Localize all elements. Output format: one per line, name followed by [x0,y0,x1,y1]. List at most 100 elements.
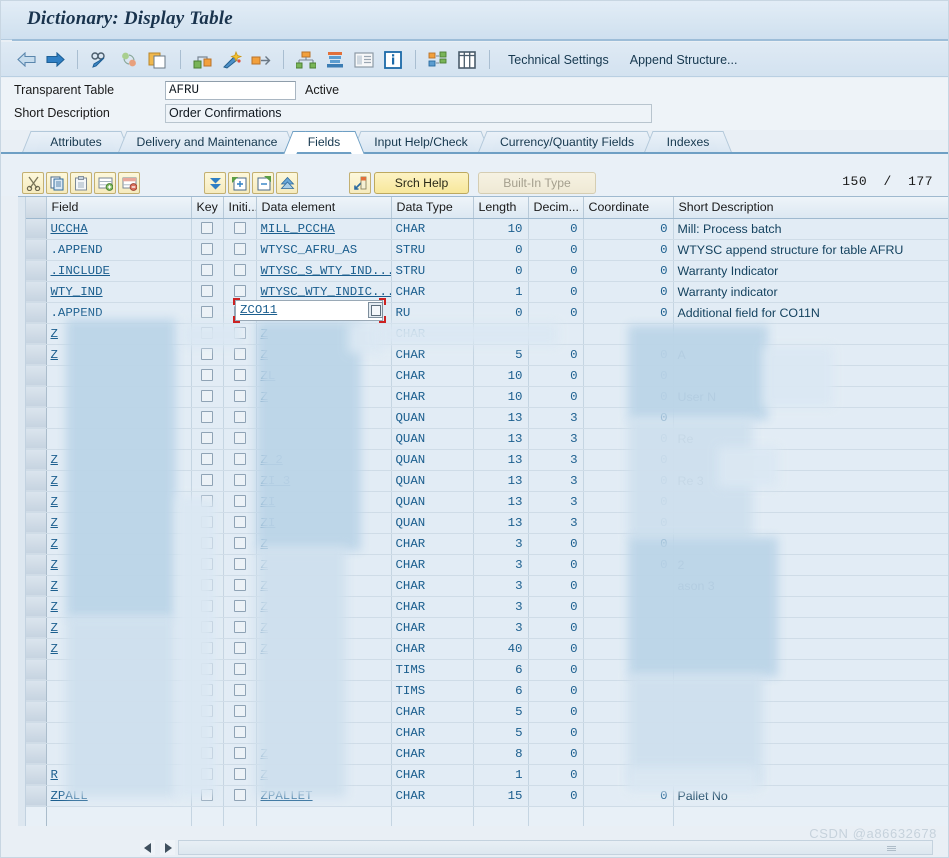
cell-key-checkbox[interactable] [191,785,224,807]
key-checkbox[interactable] [201,705,213,718]
cell-data-type[interactable]: STRU [391,260,474,282]
initial-value-checkbox[interactable] [233,684,246,697]
cell-decimals[interactable] [528,323,584,345]
row-selector[interactable] [26,638,47,660]
field-name-link[interactable]: .INCLUDE [51,264,111,278]
table-contents-icon[interactable] [455,48,479,72]
predefined-type-button[interactable] [252,172,274,194]
cell-initial-checkbox[interactable] [223,449,257,471]
cell-field[interactable]: Z [46,491,192,513]
cell-key-checkbox[interactable] [191,638,224,660]
cell-data-type[interactable]: CHAR [391,722,474,744]
cell-short-description[interactable] [673,806,949,826]
cell-field[interactable]: .APPEND [46,302,192,324]
initial-value-checkbox[interactable] [233,558,246,571]
cell-field[interactable]: WTY_IND [46,281,192,303]
activate-icon[interactable] [220,48,244,72]
cell-decimals[interactable]: 0 [528,659,584,681]
row-selector[interactable] [26,680,47,702]
cell-field[interactable] [46,722,192,744]
cell-data-type[interactable]: CHAR [391,323,474,345]
data-element-link[interactable]: Z [261,642,268,656]
field-name-link[interactable]: Z [51,348,58,362]
cell-decimals[interactable]: 0 [528,785,584,807]
cell-field[interactable]: .INCLUDE [46,260,192,282]
cell-coordinate[interactable]: 0 [583,218,674,240]
cell-data-element[interactable]: WTYSC_WTY_INDIC... [256,281,392,303]
initial-value-checkbox[interactable] [233,705,246,718]
initial-value-checkbox[interactable] [233,495,246,508]
cell-length[interactable]: 13 [473,428,529,450]
cell-length[interactable]: 10 [473,365,529,387]
field-name-link[interactable]: Z [51,579,58,593]
row-selector[interactable] [26,491,47,513]
cell-short-description[interactable]: Warranty Indicator [673,260,949,282]
row-selector[interactable] [26,575,47,597]
cell-key-checkbox[interactable] [191,323,224,345]
cell-length[interactable]: 13 [473,449,529,471]
field-name-link[interactable]: Z [51,537,58,551]
cell-data-element[interactable]: Z [256,743,392,765]
cell-initial-checkbox[interactable] [223,659,257,681]
cell-coordinate[interactable]: 0 [583,512,674,534]
key-checkbox[interactable] [201,327,213,340]
tab-fields[interactable]: Fields [294,131,354,152]
cell-data-element[interactable]: Z [256,617,392,639]
row-selector[interactable] [26,596,47,618]
cell-initial-checkbox[interactable] [223,260,257,282]
field-name-link[interactable]: UCCHA [51,222,88,236]
cell-key-checkbox[interactable] [191,281,224,303]
cell-data-type[interactable] [391,806,474,826]
value-help-icon[interactable] [368,302,383,318]
paste-button[interactable] [70,172,92,194]
cell-field[interactable]: UCCHA [46,218,192,240]
forward-arrow-icon[interactable] [43,48,67,72]
structure-display-icon[interactable] [426,48,450,72]
cell-coordinate[interactable] [583,722,674,744]
cell-coordinate[interactable]: 0 [583,449,674,471]
row-selector[interactable] [26,323,47,345]
cell-short-description[interactable]: WTYSC append structure for table AFRU [673,239,949,261]
cell-field[interactable]: Z [46,596,192,618]
cell-short-description[interactable] [673,323,949,345]
cell-decimals[interactable]: 0 [528,575,584,597]
select-all-header[interactable] [26,197,47,219]
cell-initial-checkbox[interactable] [223,701,257,723]
cell-coordinate[interactable]: 0 [583,260,674,282]
cell-length[interactable]: 5 [473,722,529,744]
data-element-link[interactable]: Z [261,348,268,362]
cut-button[interactable] [22,172,44,194]
cell-field[interactable]: Z [46,638,192,660]
cell-data-type[interactable]: TIMS [391,659,474,681]
initial-value-checkbox[interactable] [233,516,246,529]
where-used-list-icon[interactable] [191,48,215,72]
cell-data-element[interactable]: Z [256,533,392,555]
info-icon[interactable] [381,48,405,72]
data-element-link[interactable]: Z [261,600,268,614]
data-element-link[interactable]: WTYSC_AFRU_AS [261,243,358,257]
cell-data-type[interactable]: CHAR [391,575,474,597]
cell-decimals[interactable]: 0 [528,281,584,303]
cell-coordinate[interactable] [583,806,674,826]
initial-value-checkbox[interactable] [233,537,246,550]
cell-initial-checkbox[interactable] [223,722,257,744]
cell-short-description[interactable]: User N [673,386,949,408]
initial-value-checkbox[interactable] [233,411,246,424]
key-checkbox[interactable] [201,495,213,508]
row-selector[interactable] [26,386,47,408]
key-checkbox[interactable] [201,600,213,613]
cell-key-checkbox[interactable] [191,428,224,450]
cell-key-checkbox[interactable] [191,743,224,765]
column-header-initial[interactable]: Initi... [223,197,257,219]
key-checkbox[interactable] [201,684,213,697]
cell-decimals[interactable]: 3 [528,491,584,513]
cell-short-description[interactable] [673,701,949,723]
cell-field[interactable] [46,365,192,387]
cell-initial-checkbox[interactable] [223,617,257,639]
cell-initial-checkbox[interactable] [223,785,257,807]
row-selector[interactable] [26,407,47,429]
key-checkbox[interactable] [201,264,213,277]
cell-field[interactable] [46,407,192,429]
cell-key-checkbox[interactable] [191,386,224,408]
cell-field[interactable] [46,386,192,408]
